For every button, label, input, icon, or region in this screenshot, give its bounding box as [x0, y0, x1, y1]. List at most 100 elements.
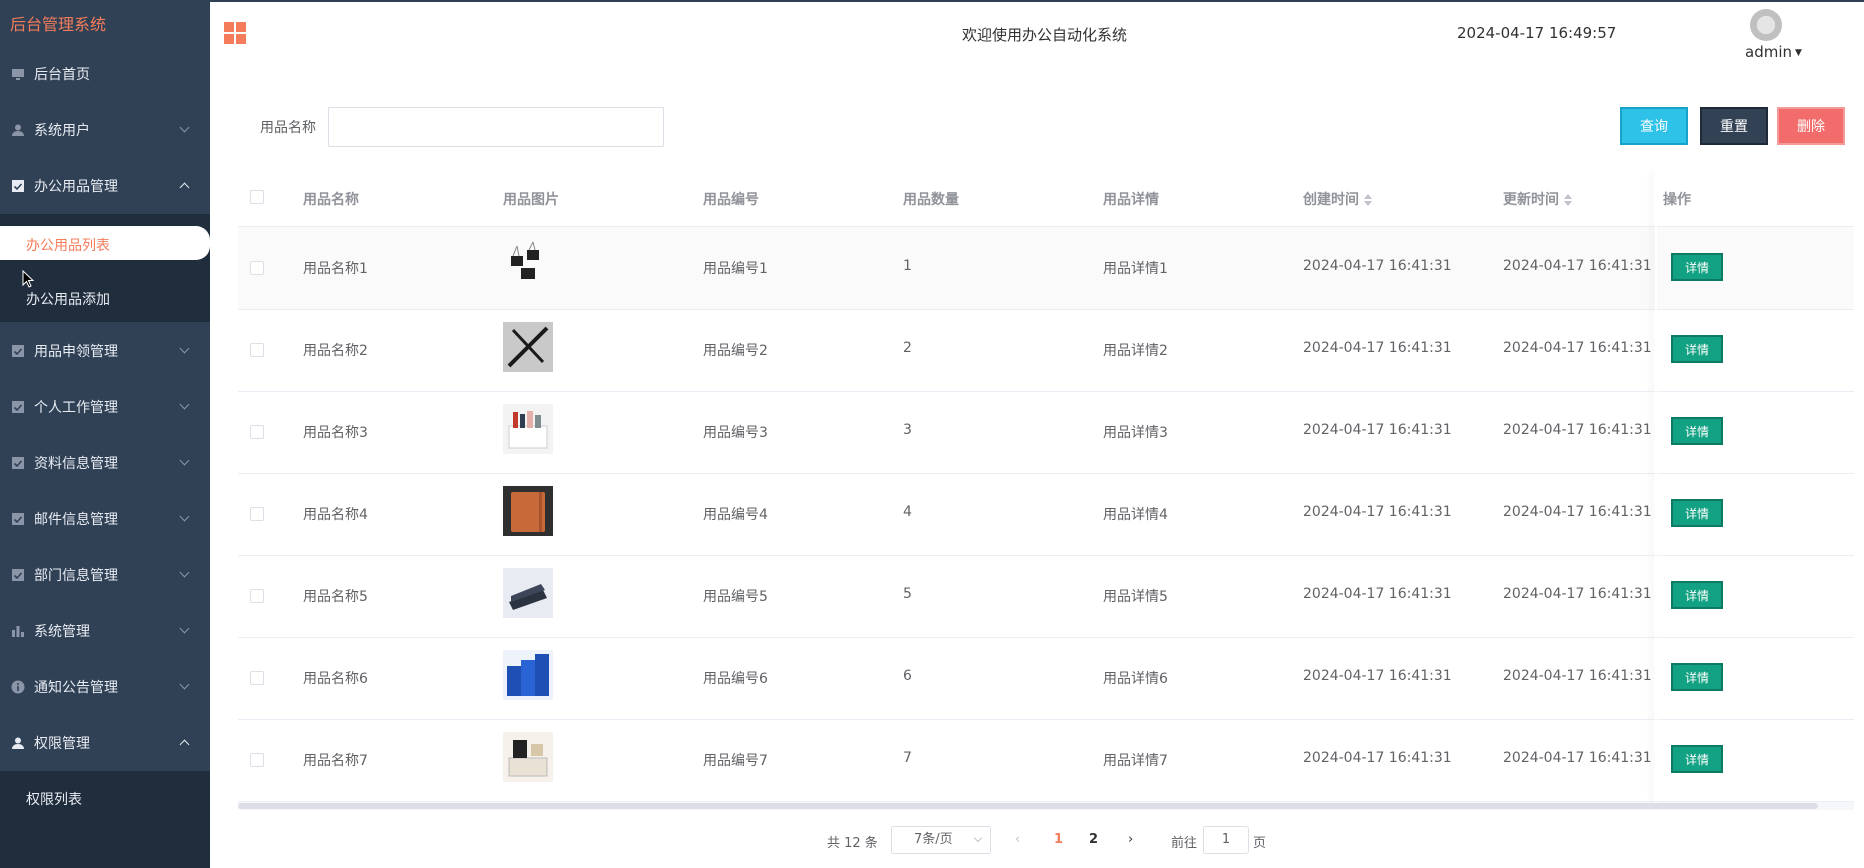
sidebar-item-documents[interactable]: 资料信息管理 — [0, 435, 210, 491]
sidebar-item-label: 个人工作管理 — [34, 400, 118, 416]
cell-detail: 用品详情6 — [1103, 671, 1168, 687]
sidebar-item-label: 部门信息管理 — [34, 568, 118, 584]
menu-toggle-icon[interactable] — [224, 22, 246, 44]
checkbox-icon — [12, 513, 24, 525]
reset-button[interactable]: 重置 — [1700, 107, 1768, 145]
cell-detail: 用品详情1 — [1103, 261, 1168, 277]
sidebar-item-system-management[interactable]: 系统管理 — [0, 603, 210, 659]
detail-button[interactable]: 详情 — [1671, 663, 1723, 691]
sidebar-item-system-users[interactable]: 系统用户 — [0, 102, 210, 158]
scrollbar-thumb[interactable] — [238, 803, 1818, 809]
cell-quantity: 4 — [903, 504, 912, 520]
column-header-actions: 操作 — [1663, 192, 1691, 208]
cell-updated: 2024-04-17 16:41:31 — [1503, 668, 1652, 684]
chevron-down-icon — [179, 343, 190, 354]
row-checkbox[interactable] — [250, 425, 264, 439]
sidebar-item-personal-work[interactable]: 个人工作管理 — [0, 379, 210, 435]
row-checkbox[interactable] — [250, 753, 264, 767]
cell-detail: 用品详情3 — [1103, 425, 1168, 441]
product-thumbnail[interactable] — [503, 322, 553, 372]
sidebar-item-office-supplies[interactable]: 办公用品管理 — [0, 158, 210, 214]
sidebar-item-label: 办公用品管理 — [34, 179, 118, 195]
chevron-down-icon — [179, 679, 190, 690]
sidebar-item-departments[interactable]: 部门信息管理 — [0, 547, 210, 603]
sidebar-item-label: 系统管理 — [34, 624, 90, 640]
sidebar-item-permissions[interactable]: 权限管理 — [0, 715, 210, 771]
detail-button[interactable]: 详情 — [1671, 745, 1723, 773]
sidebar-subitem-supply-add[interactable]: 办公用品添加 — [26, 289, 110, 309]
sidebar-item-notices[interactable]: 通知公告管理 — [0, 659, 210, 715]
cell-code: 用品编号7 — [703, 753, 768, 769]
sidebar-item-label: 用品申领管理 — [34, 344, 118, 360]
table-row: 用品名称1 用品编号1 1 用品详情1 2024-04-17 16:41:31 2024-… — [238, 227, 1854, 310]
product-thumbnail[interactable] — [503, 404, 553, 454]
fixed-column-divider — [1655, 170, 1657, 802]
cell-quantity: 5 — [903, 586, 912, 602]
detail-button[interactable]: 详情 — [1671, 581, 1723, 609]
row-checkbox[interactable] — [250, 343, 264, 357]
page-number[interactable]: 1 — [1054, 832, 1063, 847]
user-name: admin — [1745, 43, 1792, 61]
cell-quantity: 7 — [903, 750, 912, 766]
chevron-down-icon — [179, 399, 190, 410]
query-button[interactable]: 查询 — [1620, 107, 1688, 145]
sort-icon[interactable] — [1364, 194, 1372, 206]
chevron-down-icon — [179, 567, 190, 578]
prev-page-button[interactable]: ‹ — [1015, 832, 1020, 847]
product-thumbnail[interactable] — [503, 486, 553, 536]
cell-created: 2024-04-17 16:41:31 — [1303, 340, 1452, 356]
cell-updated: 2024-04-17 16:41:31 — [1503, 422, 1652, 438]
cell-code: 用品编号5 — [703, 589, 768, 605]
cell-detail: 用品详情2 — [1103, 343, 1168, 359]
search-input[interactable] — [328, 107, 664, 147]
chevron-down-icon — [179, 511, 190, 522]
next-page-button[interactable]: › — [1128, 832, 1133, 847]
sidebar-item-home[interactable]: 后台首页 — [0, 46, 210, 102]
goto-page-input[interactable]: 1 — [1203, 826, 1249, 854]
cell-updated: 2024-04-17 16:41:31 — [1503, 504, 1652, 520]
cell-name: 用品名称2 — [303, 343, 368, 359]
sidebar-subitem-supply-list[interactable]: 办公用品列表 — [0, 226, 210, 260]
sidebar-item-mail[interactable]: 邮件信息管理 — [0, 491, 210, 547]
goto-prefix: 前往 — [1171, 836, 1198, 851]
pagination-total: 共 12 条 — [827, 836, 878, 851]
horizontal-scrollbar[interactable] — [238, 802, 1854, 810]
page-number[interactable]: 2 — [1089, 832, 1098, 847]
delete-button[interactable]: 删除 — [1777, 107, 1845, 145]
row-checkbox[interactable] — [250, 261, 264, 275]
sidebar-item-label: 后台首页 — [34, 67, 90, 83]
page-size-select[interactable]: 7条/页 — [891, 826, 991, 854]
detail-button[interactable]: 详情 — [1671, 417, 1723, 445]
detail-button[interactable]: 详情 — [1671, 335, 1723, 363]
monitor-icon — [12, 69, 24, 80]
sort-icon[interactable] — [1564, 194, 1572, 206]
sidebar-subitem-permission-list[interactable]: 权限列表 — [26, 789, 82, 809]
product-thumbnail[interactable] — [503, 240, 553, 290]
user-menu[interactable]: admin ▼ — [1745, 43, 1802, 61]
table-row: 用品名称6 用品编号6 6 用品详情6 2024-04-17 16:41:31 2024-… — [238, 637, 1854, 720]
caret-down-icon: ▼ — [1795, 47, 1802, 58]
cell-name: 用品名称7 — [303, 753, 368, 769]
product-thumbnail[interactable] — [503, 568, 553, 618]
column-header-updated[interactable]: 更新时间 — [1503, 189, 1572, 209]
product-thumbnail[interactable] — [503, 650, 553, 700]
table-row: 用品名称7 用品编号7 7 用品详情7 2024-04-17 16:41:31 2024-… — [238, 719, 1854, 802]
avatar[interactable] — [1750, 9, 1782, 41]
cell-created: 2024-04-17 16:41:31 — [1303, 586, 1452, 602]
column-header-quantity: 用品数量 — [903, 192, 959, 208]
cell-updated: 2024-04-17 16:41:31 — [1503, 586, 1652, 602]
bar-chart-icon — [12, 626, 24, 637]
select-all-checkbox[interactable] — [250, 190, 264, 204]
top-bar: 欢迎使用办公自动化系统 2024-04-17 16:49:57 admin ▼ — [210, 0, 1864, 62]
column-header-created[interactable]: 创建时间 — [1303, 189, 1372, 209]
info-icon — [11, 680, 25, 694]
cell-updated: 2024-04-17 16:41:31 — [1503, 258, 1652, 274]
row-checkbox[interactable] — [250, 507, 264, 521]
detail-button[interactable]: 详情 — [1671, 499, 1723, 527]
sidebar-item-supply-requests[interactable]: 用品申领管理 — [0, 323, 210, 379]
row-checkbox[interactable] — [250, 671, 264, 685]
row-checkbox[interactable] — [250, 589, 264, 603]
product-thumbnail[interactable] — [503, 732, 553, 782]
chevron-down-icon — [179, 122, 190, 133]
detail-button[interactable]: 详情 — [1671, 253, 1723, 281]
